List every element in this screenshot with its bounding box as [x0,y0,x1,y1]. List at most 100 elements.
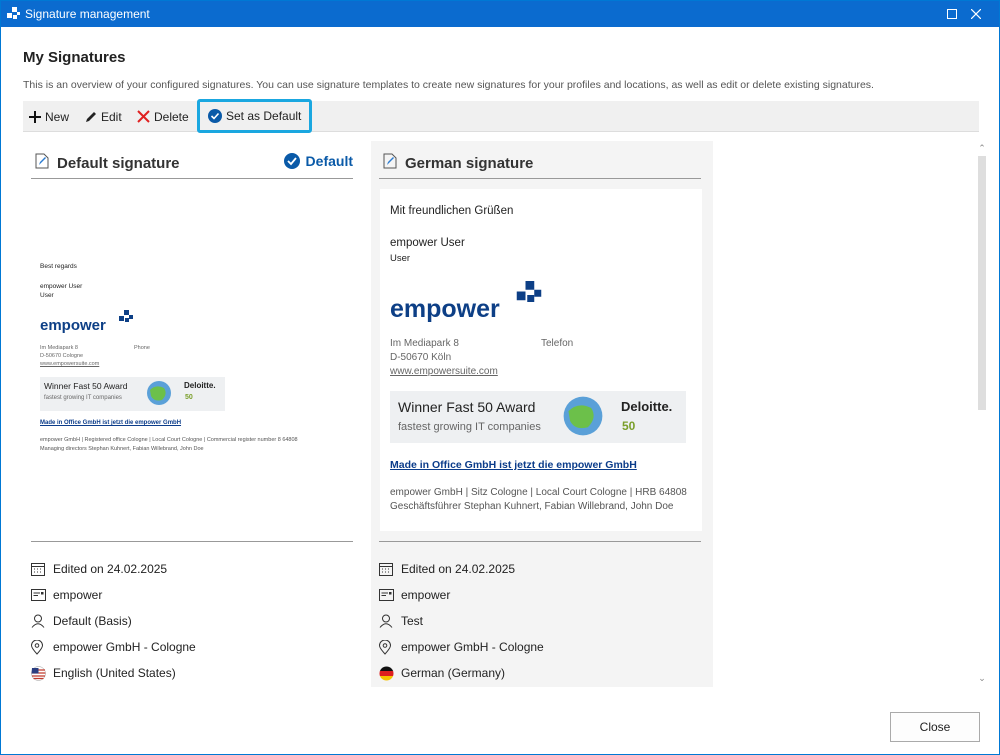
card-header: German signature [379,149,701,179]
signature-meta: Edited on 24.02.2025 empower Test empowe… [379,541,701,686]
mail-account-icon [379,589,394,601]
plus-icon [29,110,41,123]
language-name: English (United States) [53,666,176,680]
edit-button-label: Edit [101,109,122,124]
preview-website[interactable]: www.empowersuite.com [40,361,99,367]
set-as-default-button[interactable]: Set as Default [197,99,313,133]
account-name: empower [401,588,451,602]
document-edit-icon [383,153,397,169]
us-flag-icon [31,665,46,681]
edit-button[interactable]: Edit [85,101,122,132]
app-icon [7,7,20,19]
signature-name: German signature [405,155,534,172]
user-icon [379,614,393,628]
signature-meta: Edited on 24.02.2025 empower Default (Ba… [31,541,353,686]
meta-edited: Edited on 24.02.2025 [31,556,353,582]
banner-brand: Deloitte. [184,381,216,390]
meta-language: German (Germany) [379,660,701,686]
empower-logo-mark-icon [119,310,133,322]
meta-account: empower [31,582,353,608]
preview-made-in-link[interactable]: Made in Office GmbH ist jetzt die empowe… [40,420,181,426]
preview-address2: D-50670 Cologne [40,353,84,359]
delete-button[interactable]: Delete [137,101,189,132]
signature-name: Default signature [57,155,180,172]
banner-title: Winner Fast 50 Award [44,381,128,391]
signature-preview: Best regards empower User User empower I… [31,185,353,535]
check-circle-icon [208,109,222,123]
close-button[interactable]: Close [890,712,980,742]
meta-profile: Test [379,608,701,634]
user-icon [31,614,45,628]
check-circle-icon [283,153,300,169]
window-title: Signature management [25,7,150,21]
meta-location: empower GmbH - Cologne [31,634,353,660]
scroll-down-icon[interactable]: ⌄ [977,673,987,683]
delete-x-icon [137,110,150,123]
close-icon [971,9,981,19]
preview-footer1: empower GmbH | Sitz Cologne | Local Cour… [390,487,687,498]
profile-name: Test [401,614,424,628]
preview-user-title: User [40,292,54,299]
award-banner: Winner Fast 50 Award fastest growing IT … [390,391,686,443]
toolbar: New Edit Delete Set as Default [23,99,979,133]
preview-greeting: Mit freundlichen Grüßen [390,205,514,217]
meta-profile: Default (Basis) [31,608,353,634]
default-badge: Default [283,153,353,169]
preview-address1: Im Mediapark 8 [390,338,459,349]
preview-user-name: empower User [40,283,83,290]
signature-management-window: Signature management My Signatures This … [0,0,1000,755]
preview-footer2: Geschäftsführer Stephan Kuhnert, Fabian … [390,501,674,512]
new-button-label: New [45,109,70,124]
meta-language: English (United States) [31,660,353,686]
signature-preview: Mit freundlichen Grüßen empower User Use… [380,189,702,531]
preview-address2: D-50670 Köln [390,352,452,363]
signature-card-default[interactable]: Default signature Default Best regards e… [23,141,365,681]
profile-name: Default (Basis) [53,614,132,628]
calendar-icon [379,563,393,576]
preview-address1: Im Mediapark 8 [40,345,78,351]
location-pin-icon [379,639,391,655]
mail-account-icon [31,589,46,601]
preview-phone-label: Phone [134,345,150,351]
signature-card-german[interactable]: German signature Mit freundlichen Grüßen… [371,141,713,687]
empower-logo: empower [40,317,106,334]
preview-phone-label: Telefon [541,338,574,349]
location-name: empower GmbH - Cologne [53,640,196,654]
banner-subtitle: fastest growing IT companies [44,395,122,401]
scroll-thumb[interactable] [978,156,986,410]
page-description: This is an overview of your configured s… [23,79,874,91]
preview-footer2: Managing directors Stephan Kuhnert, Fabi… [40,446,204,452]
pencil-icon [86,111,96,122]
german-flag-icon [379,666,394,680]
meta-account: empower [379,582,701,608]
banner-number: 50 [622,419,636,433]
globe-icon [147,381,171,405]
default-label: Default [305,153,353,169]
preview-user-name: empower User [390,237,465,249]
delete-button-label: Delete [154,109,189,124]
meta-edited: Edited on 24.02.2025 [379,556,701,582]
preview-greeting: Best regards [40,263,77,270]
preview-footer1: empower GmbH | Registered office Cologne… [40,437,298,443]
banner-title: Winner Fast 50 Award [398,399,536,415]
document-edit-icon [35,153,49,169]
set-as-default-label: Set as Default [226,109,302,123]
banner-number: 50 [185,394,193,401]
title-bar: Signature management [1,1,999,27]
window-close-button[interactable] [953,1,999,27]
vertical-scrollbar[interactable]: ⌃ ⌄ [977,141,987,686]
scroll-up-icon[interactable]: ⌃ [977,143,987,153]
edited-date: Edited on 24.02.2025 [401,562,516,576]
edited-date: Edited on 24.02.2025 [53,562,168,576]
language-name: German (Germany) [401,666,506,680]
meta-location: empower GmbH - Cologne [379,634,701,660]
new-button[interactable]: New [29,101,69,132]
preview-made-in-link[interactable]: Made in Office GmbH ist jetzt die empowe… [390,459,637,471]
page-title: My Signatures [23,49,126,66]
card-header: Default signature Default [31,149,353,179]
location-pin-icon [31,639,43,655]
calendar-icon [31,563,45,576]
preview-website[interactable]: www.empowersuite.com [390,366,498,377]
globe-icon [563,396,603,436]
account-name: empower [53,588,103,602]
